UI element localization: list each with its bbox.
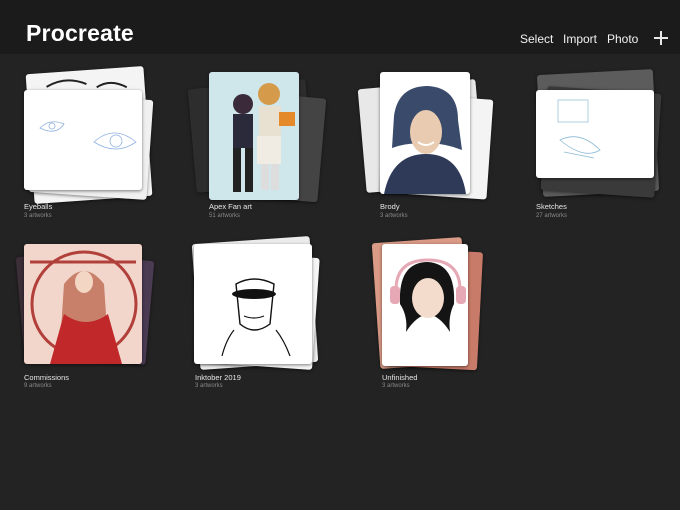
app-title: Procreate — [26, 20, 134, 46]
stack-cover-thumbnail — [536, 90, 654, 178]
stack-count: 3 artworks — [24, 213, 52, 219]
stack-cover-thumbnail — [209, 72, 299, 200]
stack-title: Eyeballs — [24, 202, 53, 211]
stack-count: 3 artworks — [195, 383, 223, 389]
stack-cover-thumbnail — [24, 244, 142, 364]
stack-count: 3 artworks — [382, 383, 410, 389]
photo-button[interactable]: Photo — [607, 32, 638, 46]
stack-cover-thumbnail — [24, 90, 142, 190]
stack-inktober-2019[interactable] — [186, 236, 336, 396]
stack-count: 3 artworks — [380, 213, 408, 219]
stack-cover-thumbnail — [380, 72, 470, 194]
stack-commissions[interactable] — [15, 236, 168, 396]
stack-count: 27 artworks — [536, 213, 568, 219]
plus-icon[interactable] — [654, 31, 668, 45]
stack-title: Unfinished — [382, 373, 418, 382]
stack-title: Inktober 2019 — [195, 373, 241, 382]
stack-title: Brody — [380, 202, 400, 211]
stack-count: 51 artworks — [209, 213, 241, 219]
import-button[interactable]: Import — [563, 32, 597, 46]
stack-title: Sketches — [536, 202, 567, 211]
stack-count: 9 artworks — [24, 383, 52, 389]
stack-unfinished[interactable] — [368, 236, 518, 396]
stack-title: Apex Fan art — [209, 202, 252, 211]
select-button[interactable]: Select — [520, 32, 553, 46]
stack-cover-thumbnail — [382, 244, 468, 366]
stack-title: Commissions — [24, 373, 70, 382]
stack-cover-thumbnail — [194, 244, 312, 364]
